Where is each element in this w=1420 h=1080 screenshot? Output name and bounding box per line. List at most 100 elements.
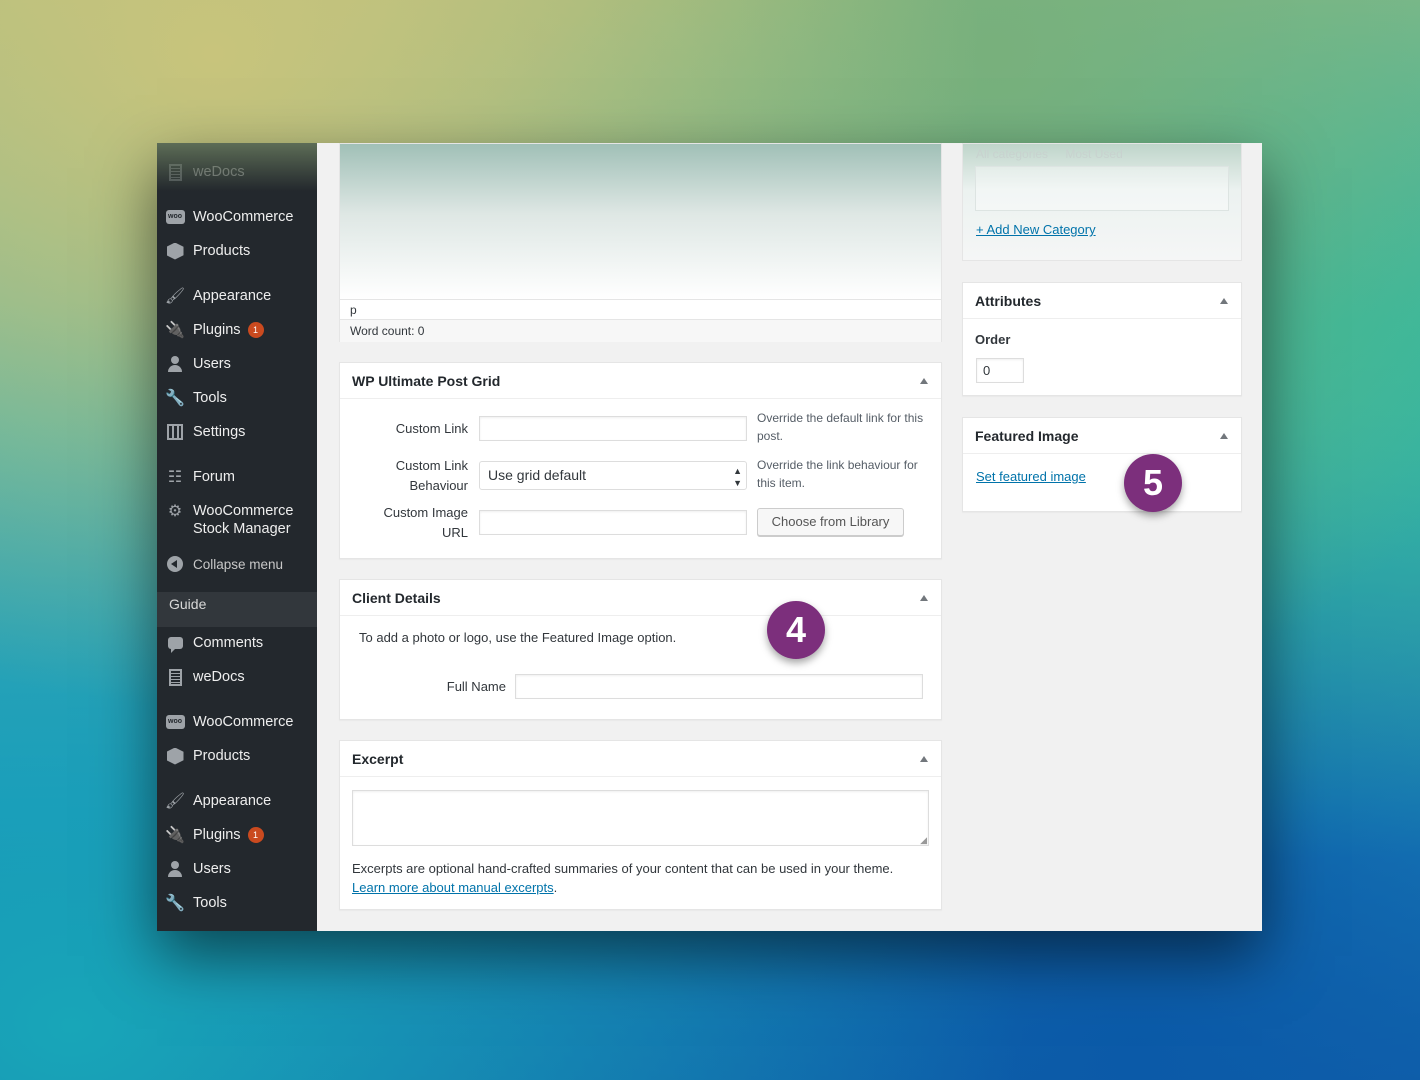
plugins-label: Plugins	[193, 826, 241, 843]
categories-metabox: All categories Most Used + Add New Categ…	[962, 143, 1242, 261]
plugins-label: Plugins	[193, 321, 241, 338]
post-grid-metabox: WP Ultimate Post Grid Custom Link Overri…	[339, 362, 942, 559]
products-icon	[165, 746, 185, 766]
client-details-title: Client Details	[352, 590, 441, 606]
post-grid-title: WP Ultimate Post Grid	[352, 373, 501, 389]
sidebar-item-forum[interactable]: ☷ Forum	[157, 460, 317, 494]
editor-path-bar: p	[340, 299, 941, 319]
wp-admin-window: weDocs woo WooCommerce Products 🖌 Appear…	[157, 143, 1262, 931]
link-behaviour-desc: Override the link behaviour for this ite…	[757, 458, 918, 490]
step-5-badge: 5	[1124, 454, 1182, 512]
comments-icon	[165, 633, 185, 653]
excerpt-title: Excerpt	[352, 751, 404, 767]
plugins-icon: 🔌	[165, 322, 185, 339]
tab-most-used[interactable]: Most Used	[1065, 147, 1122, 161]
collapse-icon	[165, 554, 185, 574]
client-details-note: To add a photo or logo, use the Featured…	[359, 630, 677, 645]
stock-manager-label-line2: Stock Manager	[193, 521, 291, 537]
sidebar-item-products[interactable]: Products	[157, 234, 317, 268]
excerpt-header[interactable]: Excerpt	[340, 741, 941, 777]
toggle-arrow-icon[interactable]	[1220, 298, 1228, 304]
users-icon	[165, 354, 185, 374]
link-behaviour-select[interactable]: Use grid default ▲ ▼	[479, 461, 747, 490]
image-url-input[interactable]	[479, 510, 747, 535]
guide-separator: Guide	[157, 592, 317, 627]
order-value: 0	[983, 363, 991, 378]
sidebar-item-tools[interactable]: 🔧 Tools	[157, 381, 317, 415]
sidebar-collapse-menu[interactable]: Collapse menu	[157, 547, 317, 581]
excerpt-help-text: Excerpts are optional hand-crafted summa…	[352, 861, 894, 876]
set-featured-image-link[interactable]: Set featured image	[976, 469, 1086, 484]
toggle-arrow-icon[interactable]	[920, 756, 928, 762]
full-name-label: Full Name	[446, 679, 506, 694]
post-editor: p Word count: 0	[339, 143, 942, 342]
featured-image-metabox: Featured Image Set featured image	[962, 417, 1242, 512]
excerpt-help: Excerpts are optional hand-crafted summa…	[352, 861, 894, 895]
custom-link-desc: Override the default link for this post.	[757, 411, 924, 443]
sidebar-item-users-2[interactable]: Users	[157, 852, 317, 886]
toggle-arrow-icon[interactable]	[1220, 433, 1228, 439]
client-details-metabox: Client Details To add a photo or logo, u…	[339, 579, 942, 720]
guide-label: Guide	[169, 596, 207, 612]
featured-image-title: Featured Image	[975, 428, 1079, 444]
sidebar-item-appearance[interactable]: 🖌 Appearance	[157, 279, 317, 313]
full-name-input[interactable]	[515, 674, 923, 699]
plugins-update-badge: 1	[247, 322, 264, 339]
woo-icon: woo	[165, 712, 185, 732]
top-fade-overlay	[157, 143, 317, 191]
word-count: Word count: 0	[350, 324, 425, 338]
editor-path: p	[350, 303, 357, 317]
appearance-brush-icon: 🖌	[164, 793, 186, 810]
client-details-header[interactable]: Client Details	[340, 580, 941, 616]
attributes-title: Attributes	[975, 293, 1042, 309]
plugins-icon: 🔌	[165, 827, 185, 844]
editor-content-area[interactable]	[340, 144, 941, 299]
sidebar-item-plugins-2[interactable]: 🔌 Plugins 1	[157, 818, 317, 852]
sidebar-item-comments[interactable]: Comments	[157, 626, 317, 660]
link-behaviour-label: Custom Link Behaviour	[395, 458, 468, 493]
sidebar-item-users[interactable]: Users	[157, 347, 317, 381]
sidebar-item-stock-manager[interactable]: ⚙ WooCommerce Stock Manager	[157, 501, 317, 541]
attributes-metabox: Attributes Order 0	[962, 282, 1242, 396]
sidebar-item-appearance-2[interactable]: 🖌 Appearance	[157, 784, 317, 818]
add-new-category-link[interactable]: + Add New Category	[976, 222, 1096, 237]
sidebar-item-plugins[interactable]: 🔌 Plugins 1	[157, 313, 317, 347]
sidebar-item-tools-2[interactable]: 🔧 Tools	[157, 886, 317, 920]
post-grid-header[interactable]: WP Ultimate Post Grid	[340, 363, 941, 399]
toggle-arrow-icon[interactable]	[920, 595, 928, 601]
order-input[interactable]: 0	[976, 358, 1024, 383]
resize-handle-icon[interactable]: ◢	[920, 836, 927, 845]
excerpt-textarea[interactable]: ◢	[352, 790, 929, 846]
custom-link-label: Custom Link	[395, 421, 468, 436]
appearance-brush-icon: 🖌	[164, 288, 186, 305]
plugins-update-badge: 1	[247, 827, 264, 844]
settings-icon	[165, 422, 185, 442]
woo-icon: woo	[165, 207, 185, 227]
sidebar-item-woocommerce[interactable]: woo WooCommerce	[157, 200, 317, 234]
admin-sidebar: weDocs woo WooCommerce Products 🖌 Appear…	[157, 143, 317, 931]
editor-status-bar: Word count: 0	[340, 319, 941, 342]
image-url-label: Custom Image URL	[383, 505, 468, 540]
sidebar-item-settings[interactable]: Settings	[157, 415, 317, 449]
toggle-arrow-icon[interactable]	[920, 378, 928, 384]
attributes-header[interactable]: Attributes	[963, 283, 1241, 319]
select-updown-icon: ▲ ▼	[733, 466, 742, 488]
users-icon	[165, 859, 185, 879]
sidebar-item-woocommerce-2[interactable]: woo WooCommerce	[157, 705, 317, 739]
step-4-badge: 4	[767, 601, 825, 659]
forum-icon: ☷	[167, 469, 183, 486]
sidebar-item-products-2[interactable]: Products	[157, 739, 317, 773]
tab-all-categories[interactable]: All categories	[976, 147, 1048, 161]
link-behaviour-value: Use grid default	[488, 467, 587, 483]
excerpt-metabox: Excerpt ◢ Excerpts are optional hand-cra…	[339, 740, 942, 910]
products-icon	[165, 241, 185, 261]
stock-manager-label-line1: WooCommerce	[193, 503, 294, 519]
custom-link-input[interactable]	[479, 416, 747, 441]
featured-image-header[interactable]: Featured Image	[963, 418, 1241, 454]
docs-icon	[165, 667, 185, 687]
category-checklist[interactable]	[975, 166, 1229, 211]
choose-from-library-button[interactable]: Choose from Library	[757, 508, 904, 536]
sidebar-item-wedocs[interactable]: weDocs	[157, 660, 317, 694]
tools-wrench-icon: 🔧	[165, 390, 185, 407]
learn-more-link[interactable]: Learn more about manual excerpts	[352, 880, 554, 895]
